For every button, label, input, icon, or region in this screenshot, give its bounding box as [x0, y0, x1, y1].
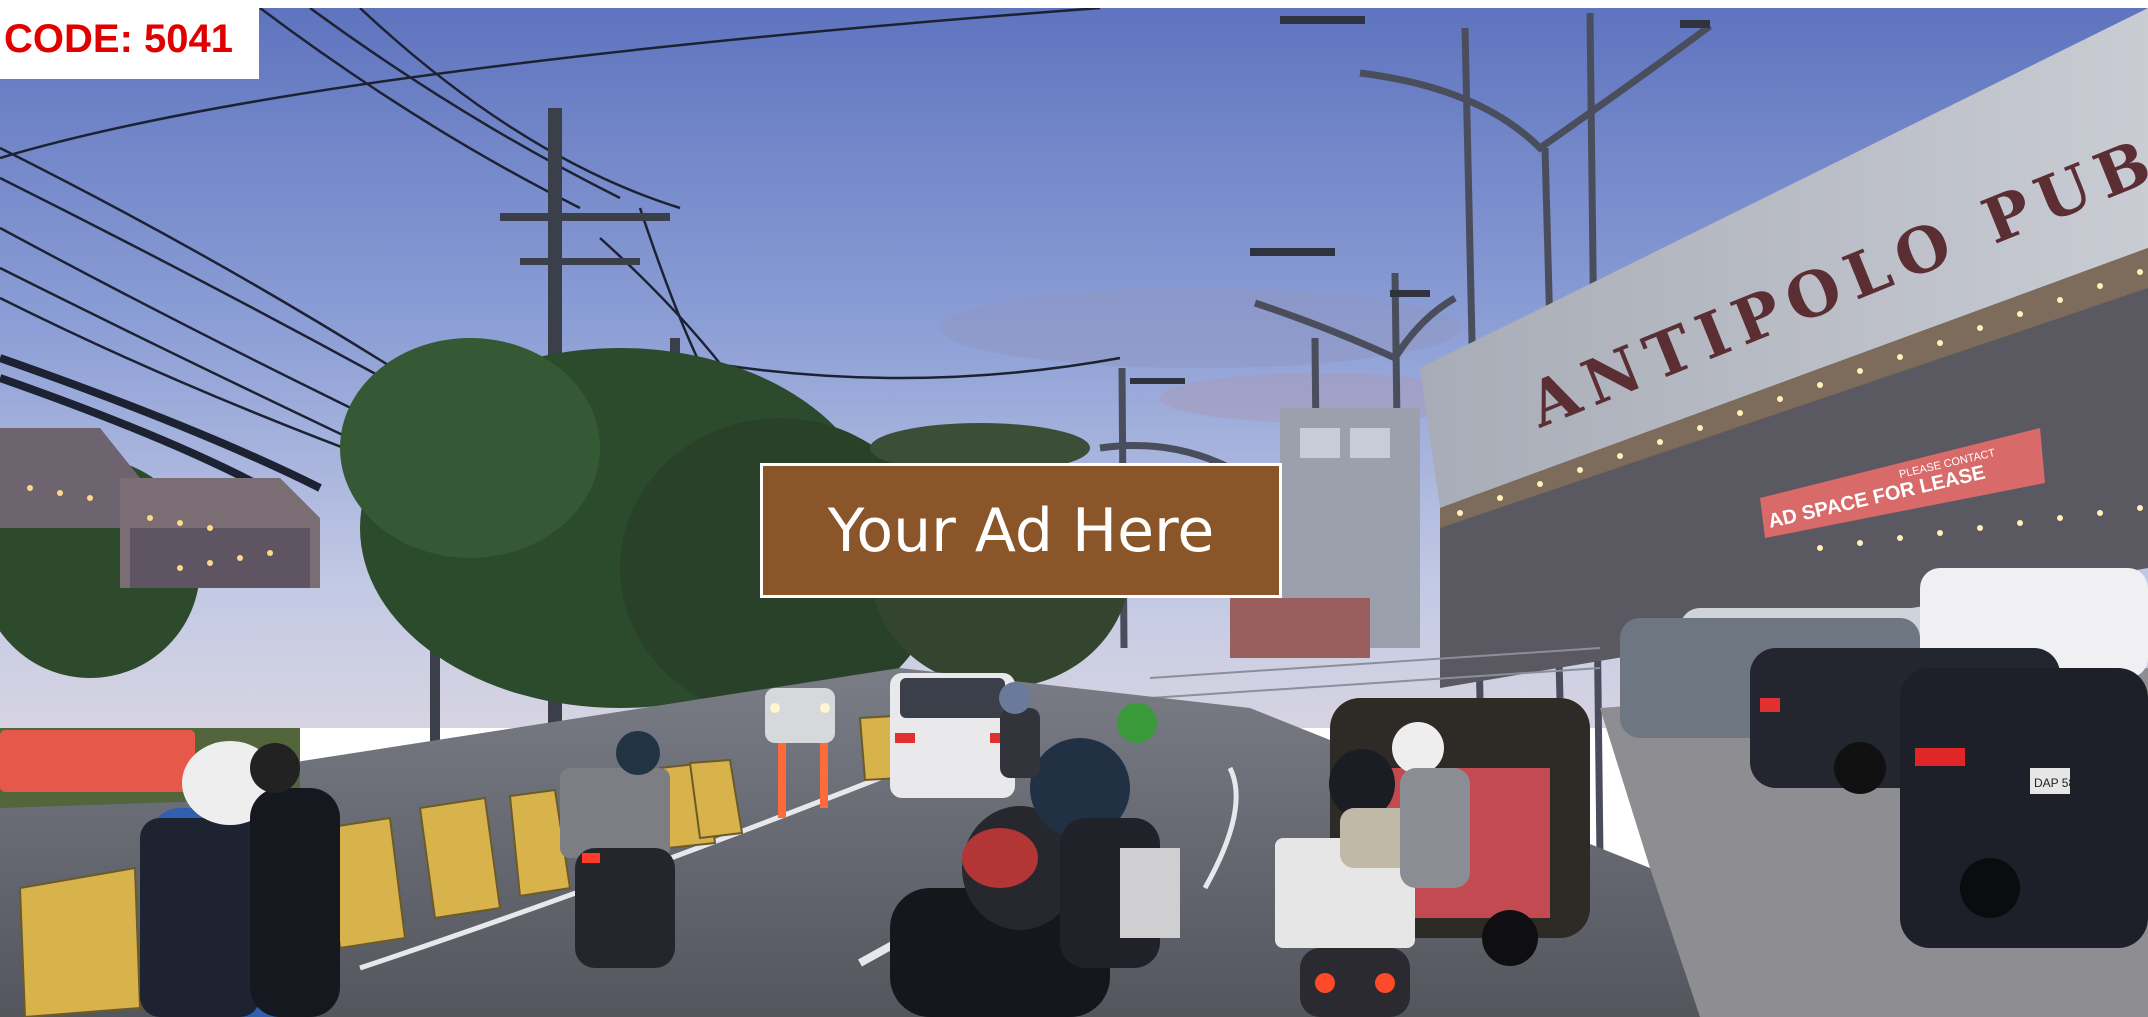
plate-text: DAP 5828	[2034, 776, 2089, 790]
billboard-photo-frame: ANTIPOLO PUBLIC MARKET AD SPACE FOR LEAS…	[0, 0, 2148, 1017]
ad-placeholder-banner: Your Ad Here	[760, 463, 1282, 598]
listing-code-label: CODE: 5041	[0, 0, 259, 79]
ad-placeholder-text: Your Ad Here	[827, 495, 1215, 566]
